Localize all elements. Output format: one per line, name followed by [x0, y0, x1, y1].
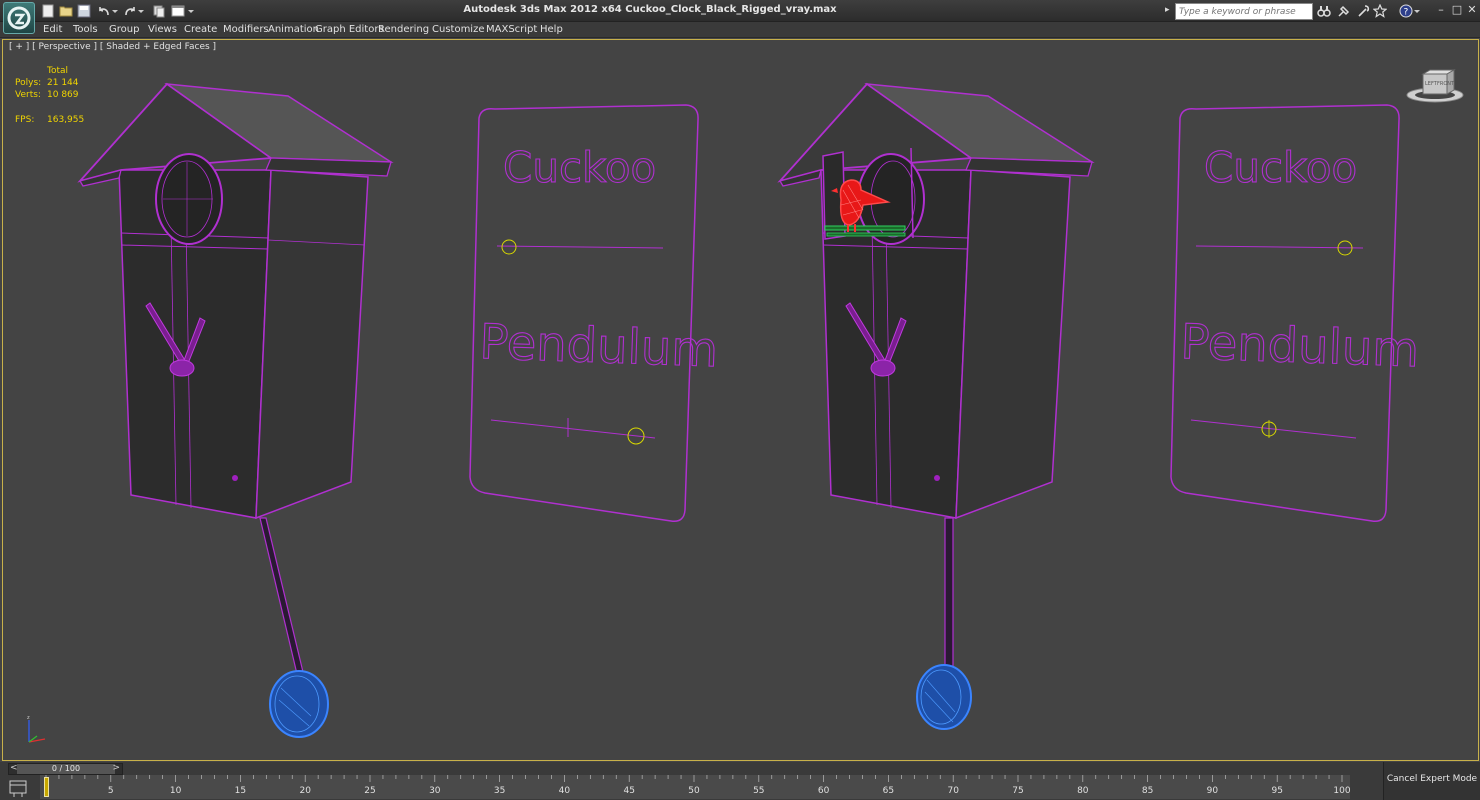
track-tick-label: 65 [883, 786, 894, 796]
track-tick-label: 60 [818, 786, 830, 796]
current-frame-marker[interactable] [44, 777, 49, 797]
scene-canvas[interactable]: Cuckoo Pendulum Cuckoo Pendulum [3, 40, 1479, 761]
control-panel-left[interactable]: Cuckoo Pendulum [469, 104, 720, 523]
axis-tripod-icon: z [27, 715, 46, 743]
cuckoo-clock-right[interactable] [777, 82, 1095, 730]
pendulum-label-right: Pendulum [1180, 314, 1420, 378]
track-tick-label: 45 [623, 786, 634, 796]
window-title: Autodesk 3ds Max 2012 x64 Cuckoo_Clock_B… [463, 4, 837, 15]
track-tick-label: 80 [1077, 786, 1089, 796]
viewcube-front-label: FRONT [1437, 81, 1455, 87]
app-menu-button[interactable] [3, 2, 35, 34]
track-tick-label: 20 [299, 786, 311, 796]
menu-help[interactable]: Help [540, 24, 563, 35]
menu-maxscript[interactable]: MAXScript [486, 24, 537, 35]
3ds-max-logo-icon [7, 6, 31, 30]
track-tick-label: 40 [559, 786, 571, 796]
menu-bar: Edit Tools Group Views Create Modifiers … [0, 22, 1480, 38]
control-panel-right[interactable]: Cuckoo Pendulum [1170, 104, 1421, 523]
track-tick-label: 95 [1271, 786, 1282, 796]
viewcube-icon[interactable]: LEFT FRONT [1406, 68, 1464, 104]
menu-customize[interactable]: Customize [432, 24, 485, 35]
pendulum-label-left: Pendulum [479, 314, 719, 378]
track-tick-label: 35 [494, 786, 505, 796]
track-tick-label: 55 [753, 786, 764, 796]
track-tick-label: 70 [947, 786, 959, 796]
help-dropdown-icon[interactable] [1412, 3, 1422, 19]
search-expand-icon[interactable]: ▸ [1165, 5, 1170, 15]
cuckoo-slider-handle-left[interactable] [501, 239, 517, 255]
svg-text:?: ? [1404, 8, 1409, 18]
cuckoo-label-left: Cuckoo [503, 143, 656, 192]
menu-graph-editors[interactable]: Graph Editors [315, 24, 384, 35]
title-bar: Autodesk 3ds Max 2012 x64 Cuckoo_Clock_B… [0, 0, 1480, 34]
time-slider-next-button[interactable]: > [112, 763, 120, 773]
time-bar: < 0 / 100 > 5 10 15 20 25 30 35 40 45 50 55 60 65 70 7… [0, 762, 1480, 800]
track-tick-label: 5 [108, 786, 114, 796]
track-bar-ruler[interactable]: 5 10 15 20 25 30 35 40 45 50 55 60 65 70 75 80 85 90 95 100 [40, 775, 1350, 799]
viewcube-left-label: LEFT [1425, 81, 1438, 87]
cuckoo-label-right: Cuckoo [1204, 143, 1357, 192]
menu-edit[interactable]: Edit [43, 24, 62, 35]
perspective-viewport[interactable]: [ + ] [ Perspective ] [ Shaded + Edged F… [2, 39, 1479, 761]
menu-rendering[interactable]: Rendering [378, 24, 429, 35]
favorites-star-icon[interactable] [1372, 3, 1388, 19]
menu-animation[interactable]: Animation [268, 24, 319, 35]
track-tick-label: 75 [1012, 786, 1023, 796]
cancel-expert-mode-button[interactable]: Cancel Expert Mode [1383, 762, 1480, 800]
close-button[interactable]: ✕ [1463, 3, 1480, 19]
binoculars-icon[interactable] [1316, 3, 1332, 19]
menu-modifiers[interactable]: Modifiers [223, 24, 269, 35]
track-tick-label: 85 [1142, 786, 1153, 796]
track-tick-label: 10 [170, 786, 182, 796]
menu-views[interactable]: Views [148, 24, 177, 35]
menu-create[interactable]: Create [184, 24, 217, 35]
cuckoo-clock-left[interactable] [77, 82, 394, 738]
communication-center-icon[interactable] [1356, 3, 1372, 19]
menu-group[interactable]: Group [109, 24, 139, 35]
track-tick-label: 50 [688, 786, 700, 796]
menu-tools[interactable]: Tools [73, 24, 98, 35]
track-tick-label: 100 [1333, 786, 1350, 796]
mini-curve-editor-icon[interactable] [6, 777, 32, 799]
track-tick-label: 90 [1207, 786, 1219, 796]
track-tick-label: 30 [429, 786, 441, 796]
time-slider[interactable]: < 0 / 100 > [8, 763, 123, 775]
svg-text:z: z [27, 715, 30, 721]
track-tick-label: 25 [364, 786, 375, 796]
track-tick-label: 15 [235, 786, 246, 796]
time-slider-value[interactable]: 0 / 100 [17, 764, 115, 774]
search-input[interactable] [1175, 3, 1313, 20]
subscription-center-icon[interactable] [1336, 3, 1352, 19]
